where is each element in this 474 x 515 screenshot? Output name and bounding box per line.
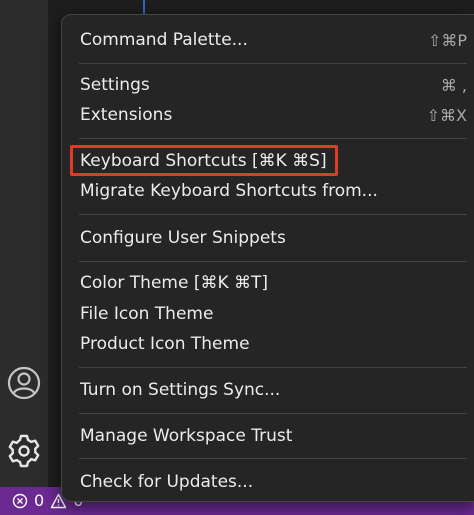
editor-cursor-line xyxy=(143,0,145,14)
menu-item-label: Extensions xyxy=(80,105,173,125)
menu-item-keyboard-shortcuts[interactable]: Keyboard Shortcuts [⌘K ⌘S] xyxy=(62,146,474,176)
error-icon xyxy=(12,493,28,509)
activity-bar xyxy=(0,0,48,487)
menu-item-label: Settings xyxy=(80,75,150,95)
menu-item-shortcut: ⌘ , xyxy=(440,75,467,95)
menu-item-color-theme[interactable]: Color Theme [⌘K ⌘T] xyxy=(62,268,474,298)
menu-separator xyxy=(79,458,467,459)
menu-separator xyxy=(79,214,467,215)
manage-menu: Command Palette... ⇧⌘P Settings ⌘ , Exte… xyxy=(61,14,474,502)
menu-separator xyxy=(79,63,467,64)
account-icon[interactable] xyxy=(5,364,43,402)
menu-separator xyxy=(79,413,467,414)
menu-item-file-icon-theme[interactable]: File Icon Theme xyxy=(62,299,474,329)
menu-item-label: Keyboard Shortcuts [⌘K ⌘S] xyxy=(80,151,327,171)
menu-item-label: Color Theme [⌘K ⌘T] xyxy=(80,273,269,293)
menu-item-label: Migrate Keyboard Shortcuts from... xyxy=(80,181,378,201)
menu-item-product-icon-theme[interactable]: Product Icon Theme xyxy=(62,329,474,359)
menu-item-shortcut: ⇧⌘P xyxy=(427,30,467,50)
menu-separator xyxy=(79,261,467,262)
menu-item-label: File Icon Theme xyxy=(80,304,214,324)
error-count: 0 xyxy=(34,491,45,510)
menu-item-settings[interactable]: Settings ⌘ , xyxy=(62,70,474,100)
menu-item-label: Command Palette... xyxy=(80,30,248,50)
menu-item-migrate-keyboard-shortcuts[interactable]: Migrate Keyboard Shortcuts from... xyxy=(62,176,474,206)
gear-icon[interactable] xyxy=(5,432,43,470)
menu-item-manage-workspace-trust[interactable]: Manage Workspace Trust xyxy=(62,421,474,451)
menu-item-check-for-updates[interactable]: Check for Updates... xyxy=(62,467,474,497)
menu-item-label: Configure User Snippets xyxy=(80,228,286,248)
menu-item-shortcut: ⇧⌘X xyxy=(426,105,467,125)
menu-separator xyxy=(79,138,467,139)
menu-item-settings-sync[interactable]: Turn on Settings Sync... xyxy=(62,375,474,405)
menu-item-label: Product Icon Theme xyxy=(80,334,250,354)
menu-item-configure-user-snippets[interactable]: Configure User Snippets xyxy=(62,223,474,253)
menu-item-extensions[interactable]: Extensions ⇧⌘X xyxy=(62,100,474,130)
menu-item-label: Manage Workspace Trust xyxy=(80,426,293,446)
menu-item-label: Turn on Settings Sync... xyxy=(80,380,281,400)
menu-separator xyxy=(79,367,467,368)
menu-item-command-palette[interactable]: Command Palette... ⇧⌘P xyxy=(62,25,474,55)
menu-item-label: Check for Updates... xyxy=(80,472,254,492)
